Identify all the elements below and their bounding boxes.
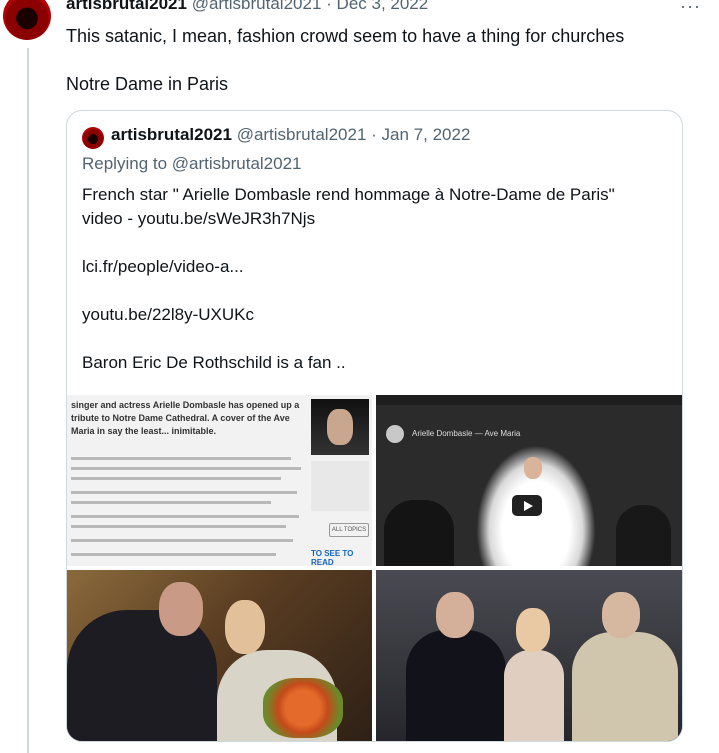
thread-line [27,48,29,753]
more-options-icon[interactable]: ··· [680,0,701,17]
quoted-link: youtu.be/22l8y-UXUKc [82,305,254,324]
channel-avatar [386,425,404,443]
media-image-photo[interactable] [67,570,372,741]
article-button: ALL TOPICS [329,523,369,537]
tweet-header: artisbrutal2021 @artisbrutal2021 · Dec 3… [66,0,428,14]
tweet-date[interactable]: Dec 3, 2022 [337,0,429,13]
article-sidebar [311,461,369,511]
media-image-video[interactable]: Arielle Dombasle — Ave Maria [376,395,682,566]
article-cta: TO SEE TO READ [311,549,354,566]
video-title: Arielle Dombasle — Ave Maria [412,429,521,438]
quoted-date[interactable]: Jan 7, 2022 [382,125,471,144]
quoted-tweet[interactable]: artisbrutal2021 @artisbrutal2021 · Jan 7… [66,110,683,742]
media-image-article[interactable]: singer and actress Arielle Dombasle has … [67,395,372,566]
quoted-body: French star " Arielle Dombasle rend homm… [82,183,672,375]
article-photo [311,399,369,455]
replying-to: Replying to @artisbrutal2021 [82,154,302,173]
quoted-header: artisbrutal2021 @artisbrutal2021 · Jan 7… [111,125,470,145]
separator: · [371,125,377,144]
quoted-text-line: Baron Eric De Rothschild is a fan .. [82,353,346,372]
tweet-text-line: This satanic, I mean, fashion crowd seem… [66,26,625,46]
tweet-text-line: Notre Dame in Paris [66,74,229,94]
quoted-avatar[interactable] [82,127,104,149]
separator: · [326,0,332,13]
video-title-bar: Arielle Dombasle — Ave Maria [386,425,676,443]
tweet-text: This satanic, I mean, fashion crowd seem… [66,24,624,96]
quoted-text-line: French star " Arielle Dombasle rend homm… [82,185,615,204]
quoted-author-handle[interactable]: @artisbrutal2021 [237,125,367,144]
quoted-link: lci.fr/people/video-a... [82,257,244,276]
media-image-photo[interactable] [376,570,682,741]
quoted-text-line: video - youtu.be/sWeJR3h7Njs [82,209,316,228]
media-grid: singer and actress Arielle Dombasle has … [67,395,682,741]
quoted-author-name[interactable]: artisbrutal2021 [111,125,232,144]
author-handle[interactable]: @artisbrutal2021 [192,0,322,13]
avatar[interactable] [3,0,51,40]
author-name[interactable]: artisbrutal2021 [66,0,187,13]
article-headline: singer and actress Arielle Dombasle has … [71,400,300,436]
play-icon[interactable] [512,495,542,516]
